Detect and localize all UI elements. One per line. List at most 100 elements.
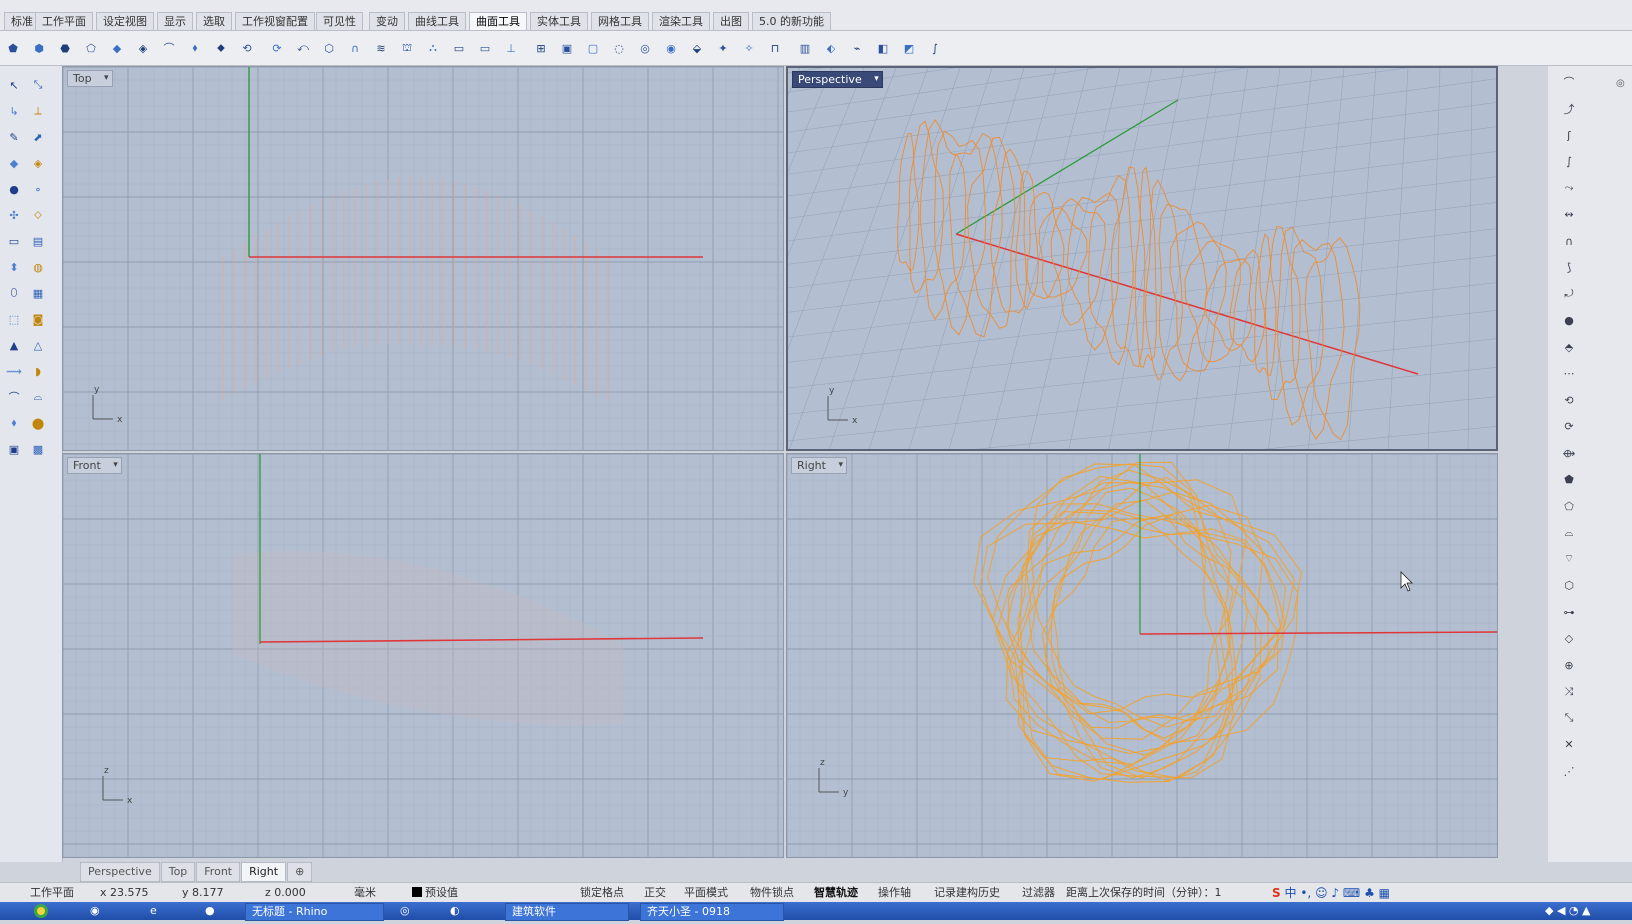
add-viewport-tab-button[interactable]: ⊕	[287, 862, 313, 882]
cyl-icon[interactable]: ⬯	[3, 282, 25, 304]
diamond2-icon[interactable]: ◈	[27, 152, 49, 174]
checker-icon[interactable]: ▩	[27, 438, 49, 460]
grid-snap-toggle[interactable]: 锁定格点	[576, 883, 628, 903]
shape-icon[interactable]: ⬖	[821, 38, 841, 58]
box-icon[interactable]: ⬚	[3, 308, 25, 330]
bracket-icon[interactable]: ⟆	[1558, 258, 1580, 278]
pen-icon[interactable]: ✎	[3, 126, 25, 148]
arrow-icon[interactable]: ⬈	[27, 126, 49, 148]
link-icon[interactable]: ⊶	[1558, 602, 1580, 622]
gridbox-icon[interactable]: ⊞	[531, 38, 551, 58]
menu-tab[interactable]: 曲面工具	[469, 12, 527, 30]
sphere-icon[interactable]: ◉	[661, 38, 681, 58]
sweep-icon[interactable]: ⛫	[397, 38, 417, 58]
menu-tab[interactable]: 出图	[713, 12, 749, 30]
line-icon[interactable]: ⌁	[847, 38, 867, 58]
viewport-tab-right[interactable]: Right	[241, 862, 287, 882]
perp-icon[interactable]: ⟂	[27, 100, 49, 122]
point-icon[interactable]: ↳	[3, 100, 25, 122]
rotate-icon[interactable]: ⟲	[237, 38, 257, 58]
panel-icon[interactable]: ▣	[3, 438, 25, 460]
target-icon[interactable]: ◎	[635, 38, 655, 58]
rot1-icon[interactable]: ⟲	[1558, 390, 1580, 410]
viewport-title-right[interactable]: Right ▾	[791, 457, 847, 474]
cone-icon[interactable]: ⬙	[687, 38, 707, 58]
viewport-tab-top[interactable]: Top	[160, 862, 196, 882]
record-history-toggle[interactable]: 记录建构历史	[930, 883, 1004, 903]
chamfer-icon[interactable]: ◆	[107, 38, 127, 58]
disc-icon[interactable]: ◍	[27, 256, 49, 278]
loop-icon[interactable]: ⤾	[1558, 284, 1580, 304]
sweep-icon[interactable]: ⟿	[3, 360, 25, 382]
arch-icon[interactable]: ∩	[1558, 231, 1580, 251]
loft-icon[interactable]: ≋	[371, 38, 391, 58]
menu-tab[interactable]: 网格工具	[591, 12, 649, 30]
menu-tab[interactable]: 选取	[196, 12, 232, 30]
arc-icon[interactable]: ⌒	[3, 386, 25, 408]
gumball-toggle[interactable]: 操作轴	[874, 883, 915, 903]
seg2-icon[interactable]: ⌔	[1558, 549, 1580, 569]
table-icon[interactable]: ▤	[27, 230, 49, 252]
ime-toolbar[interactable]: S 中 •, ☺ ♪ ⌨ ♣ ▦	[1272, 883, 1390, 903]
browser-icon[interactable]: e	[150, 903, 157, 919]
plus-icon[interactable]: ⊕	[1558, 655, 1580, 675]
viewport-tab-front[interactable]: Front	[196, 862, 241, 882]
viewport-perspective[interactable]: xy Perspective ▾	[786, 66, 1498, 451]
menu-tab[interactable]: 5.0 的新功能	[752, 12, 831, 30]
sweep-icon[interactable]: ⤳	[1558, 178, 1580, 198]
osnap-toggle[interactable]: 物件锁点	[746, 883, 798, 903]
pent2-icon[interactable]: ⬠	[1558, 496, 1580, 516]
rect2-icon[interactable]: ▢	[583, 38, 603, 58]
rotate2-icon[interactable]: ⟳	[267, 38, 287, 58]
fillet-icon[interactable]: ⬠	[81, 38, 101, 58]
menu-tab[interactable]: 变动	[369, 12, 405, 30]
grid-icon[interactable]: ▦	[27, 282, 49, 304]
offset-icon[interactable]: ⤺	[293, 38, 313, 58]
plane-icon[interactable]: ▭	[449, 38, 469, 58]
scale-icon[interactable]: ⤡	[27, 74, 49, 96]
tool-icon[interactable]: ⬘	[1558, 337, 1580, 357]
bars-icon[interactable]: ▥	[795, 38, 815, 58]
layer-swatch[interactable]: 预设值	[412, 883, 458, 903]
surface2-icon[interactable]: ⬥	[211, 38, 231, 58]
hex-icon[interactable]: ⬡	[1558, 576, 1580, 596]
sphere-icon[interactable]: ●	[3, 178, 25, 200]
menu-tab[interactable]: 显示	[157, 12, 193, 30]
select-icon[interactable]: ↖	[3, 74, 25, 96]
viewport-front[interactable]: xz Front ▾	[62, 453, 784, 858]
ball-icon[interactable]: ●	[1558, 311, 1580, 331]
menu-tab[interactable]: 曲线工具	[408, 12, 466, 30]
rect-icon[interactable]: ▣	[557, 38, 577, 58]
color2-icon[interactable]: ◩	[899, 38, 919, 58]
trim-icon[interactable]: ⬟	[3, 38, 23, 58]
dot-icon[interactable]: ∘	[27, 178, 49, 200]
star2-icon[interactable]: ✧	[739, 38, 759, 58]
circle-icon[interactable]: ◌	[609, 38, 629, 58]
taskbar-item-rhino[interactable]: 无标题 - Rhino	[245, 903, 384, 921]
star-icon[interactable]: ✣	[3, 204, 25, 226]
close-icon[interactable]: ✕	[1558, 735, 1580, 755]
cone-icon[interactable]: ▲	[3, 334, 25, 356]
ball-icon[interactable]: ⬤	[27, 412, 49, 434]
viewport-title-top[interactable]: Top ▾	[67, 70, 113, 87]
surface-icon[interactable]: ⬧	[185, 38, 205, 58]
quicklaunch-icon[interactable]: ◉	[90, 903, 100, 919]
stretch-icon[interactable]: ⬍	[3, 256, 25, 278]
extend-icon[interactable]: ⬣	[55, 38, 75, 58]
integral-icon[interactable]: ∫	[1558, 152, 1580, 172]
planar-toggle[interactable]: 平面模式	[680, 883, 732, 903]
media-icon[interactable]: ◐	[450, 903, 460, 919]
rect-icon[interactable]: ▭	[3, 230, 25, 252]
seg-icon[interactable]: ⌓	[1558, 523, 1580, 543]
viewport-tab-perspective[interactable]: Perspective	[80, 862, 160, 882]
sweep2-icon[interactable]: ⛬	[423, 38, 443, 58]
diag-icon[interactable]: ⤡	[1558, 708, 1580, 728]
dots-icon[interactable]: ⋯	[1558, 364, 1580, 384]
viewport-title-perspective[interactable]: Perspective ▾	[792, 71, 883, 88]
menu-tab[interactable]: 渲染工具	[652, 12, 710, 30]
ortho-toggle[interactable]: 正交	[640, 883, 670, 903]
mesh-icon[interactable]: ⬡	[319, 38, 339, 58]
chrome-icon[interactable]: ●	[205, 903, 215, 919]
diamond-icon[interactable]: ◇	[1558, 629, 1580, 649]
ie-icon[interactable]: ◎	[400, 903, 410, 919]
